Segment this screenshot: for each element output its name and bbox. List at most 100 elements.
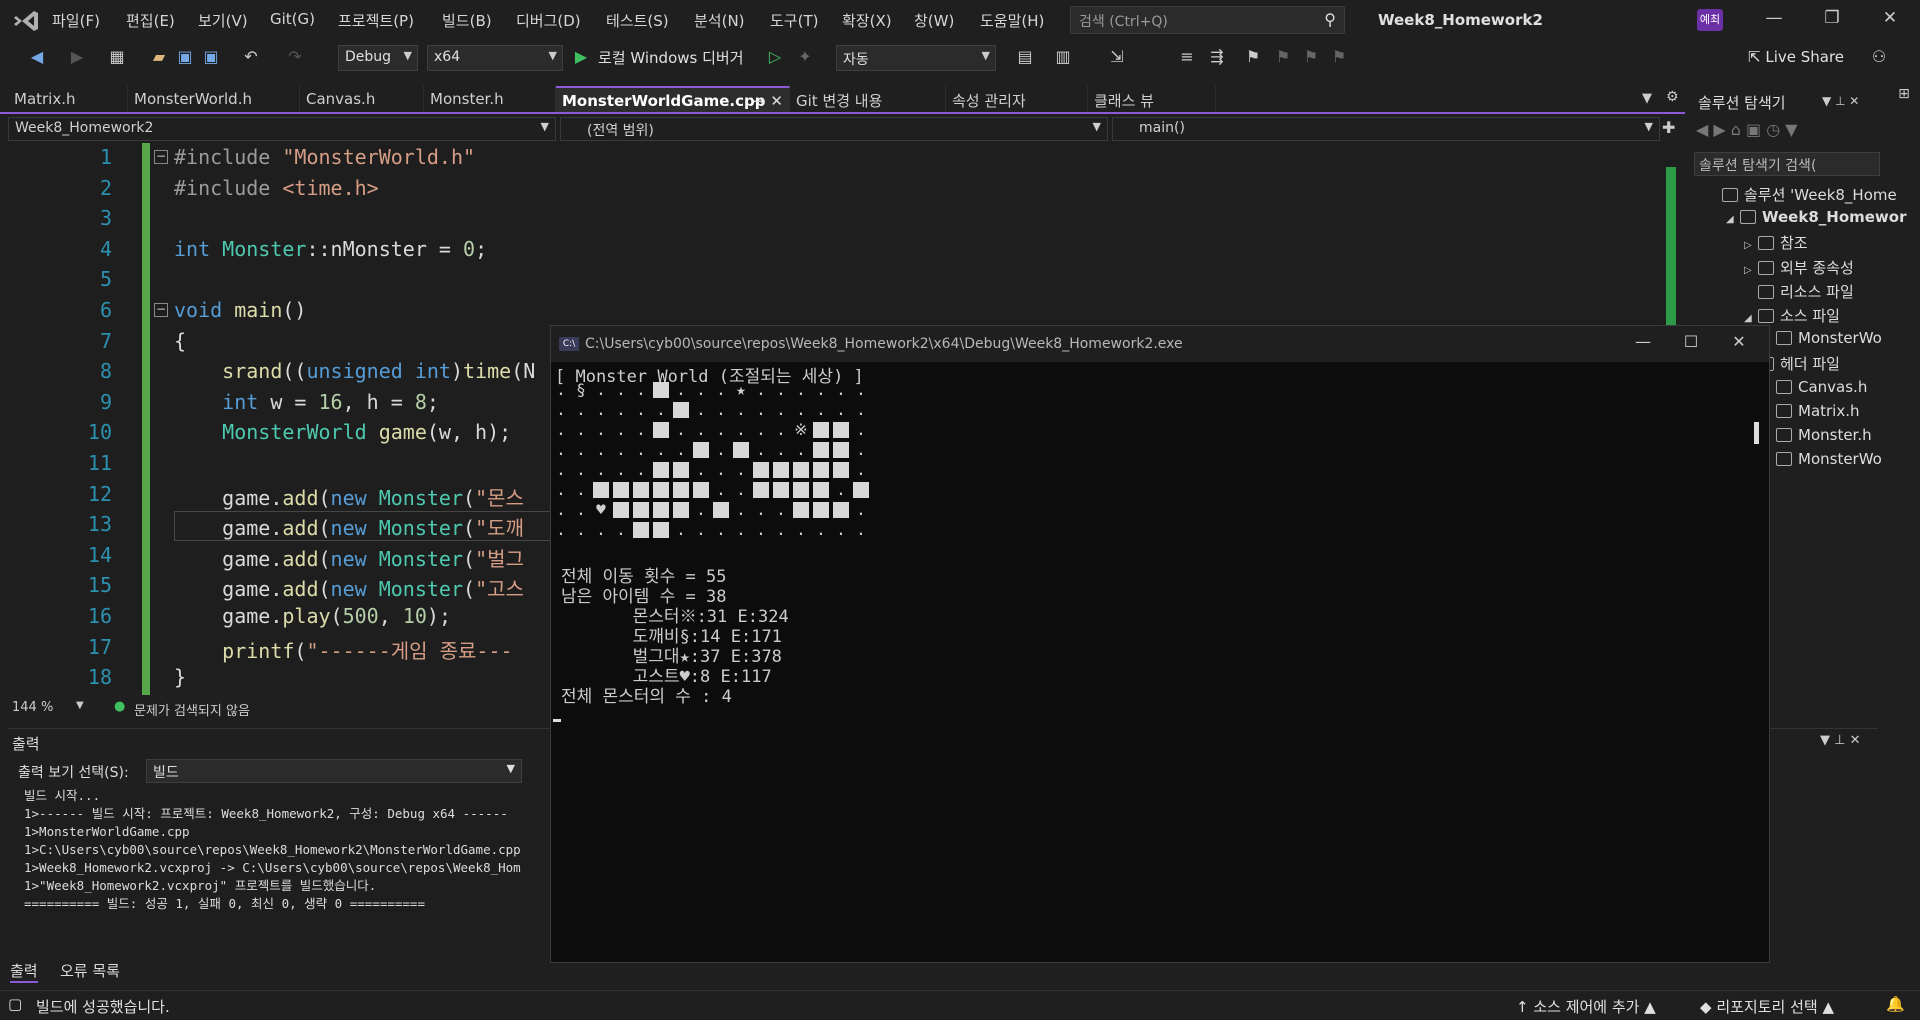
search-input[interactable]: 검색 (Ctrl+Q) ⚲ <box>1070 6 1345 34</box>
solution-configs-icon[interactable]: ▤ <box>1014 46 1036 68</box>
close-tab-icon[interactable]: ⊸ ✕ <box>753 92 783 110</box>
open-folder-icon[interactable]: ▰ <box>148 46 170 68</box>
tree-item[interactable]: 리소스 파일 <box>1744 281 1854 302</box>
zoom-level[interactable]: 144 % <box>12 700 53 715</box>
panel-menu-icon[interactable]: ▼ ⊥ ✕ <box>1820 733 1860 748</box>
tree-item[interactable]: 솔루션 'Week8_Home <box>1708 184 1897 205</box>
tab-5[interactable]: Git 변경 내용 <box>790 86 946 112</box>
solution-search-input[interactable]: 솔루션 탐색기 검색( <box>1694 152 1880 176</box>
user-avatar[interactable]: 예최 <box>1697 9 1723 31</box>
bookmark-next-icon[interactable]: ⚑ <box>1300 46 1322 68</box>
menu-item[interactable]: 편집(E) <box>126 10 175 31</box>
scope-nav-select[interactable]: (전역 범위) ▼ <box>560 117 1108 141</box>
visual-studio-logo-icon[interactable] <box>12 8 40 34</box>
member-nav-select[interactable]: main() ▼ <box>1112 117 1660 141</box>
tab-overflow-icon[interactable]: ▼ <box>1642 91 1652 106</box>
tab-settings-icon[interactable]: ⚙ <box>1666 89 1679 105</box>
collapse-icon[interactable]: − <box>154 303 168 317</box>
save-all-icon[interactable]: ▣ <box>200 46 222 68</box>
menu-item[interactable]: 빌드(B) <box>442 10 492 31</box>
tab-output[interactable]: 출력 <box>10 960 38 983</box>
panel-options-icon[interactable]: ▼ ⊥ ✕ <box>1822 94 1859 108</box>
menu-item[interactable]: 파일(F) <box>52 10 100 31</box>
source-control-button[interactable]: ↑ 소스 제어에 추가 ▲ <box>1516 996 1656 1017</box>
layout-icon[interactable]: ▥ <box>1052 46 1074 68</box>
feedback-icon[interactable]: ⚇ <box>1868 46 1890 68</box>
console-close-button[interactable]: ✕ <box>1717 332 1761 356</box>
tab-6[interactable]: 속성 관리자 <box>946 86 1088 112</box>
menu-item[interactable]: 디버그(D) <box>516 10 581 31</box>
bookmark-prev-icon[interactable]: ⚑ <box>1272 46 1294 68</box>
menu-item[interactable]: 창(W) <box>914 10 954 31</box>
console-scrollbar[interactable] <box>1754 422 1759 444</box>
live-share-button[interactable]: ⇱ Live Share <box>1748 48 1844 66</box>
menu-item[interactable]: 보기(V) <box>198 10 248 31</box>
platform-select[interactable]: x64 ▼ <box>427 45 563 71</box>
hot-reload-icon[interactable]: ✦ <box>794 46 816 68</box>
start-without-debug-icon[interactable]: ▷ <box>764 46 786 68</box>
tab-4[interactable]: MonsterWorldGame.cpp ⊸ ✕ <box>556 86 790 112</box>
console-output[interactable]: [ Monster World (조절되는 세상) ] . §...... ★...… <box>551 362 1769 962</box>
tree-item[interactable]: MonsterWo <box>1762 450 1882 468</box>
repository-button[interactable]: ◆ 리포지토리 선택 ▲ <box>1700 996 1834 1017</box>
console-titlebar[interactable]: C:\ C:\Users\cyb00\source\repos\Week8_Ho… <box>551 326 1769 362</box>
notification-bell-icon[interactable]: 🔔 <box>1886 995 1905 1013</box>
issues-status[interactable]: 문제가 검색되지 않음 <box>134 700 250 719</box>
menu-item[interactable]: 분석(N) <box>694 10 745 31</box>
output-source-select[interactable]: 빌드 ▼ <box>146 759 522 783</box>
console-window[interactable]: C:\ C:\Users\cyb00\source\repos\Week8_Ho… <box>550 325 1770 963</box>
close-button[interactable]: ✕ <box>1870 8 1910 34</box>
comment-icon[interactable]: ⇶ <box>1206 46 1228 68</box>
tab-2[interactable]: Canvas.h <box>300 86 424 112</box>
zoom-dropdown-icon[interactable]: ▼ <box>76 700 84 711</box>
indent-icon[interactable]: ≡ <box>1176 46 1198 68</box>
menu-item[interactable]: Git(G) <box>270 10 315 28</box>
tree-item[interactable]: ▷ 참조 <box>1744 232 1808 253</box>
grid-cell: . <box>616 440 626 459</box>
tab-1[interactable]: MonsterWorld.h <box>128 86 300 112</box>
save-icon[interactable]: ▣ <box>174 46 196 68</box>
grid-cell: . <box>836 380 846 399</box>
tab-0[interactable]: Matrix.h <box>8 86 128 112</box>
console-maximize-button[interactable]: ☐ <box>1669 332 1713 356</box>
split-editor-icon[interactable]: ✚ <box>1662 118 1675 137</box>
menu-item[interactable]: 프로젝트(P) <box>338 10 414 31</box>
tab-7[interactable]: 클래스 뷰 <box>1088 86 1216 112</box>
tree-item[interactable]: ▷ 외부 종속성 <box>1744 257 1854 278</box>
undo-icon[interactable]: ↶ <box>240 46 262 68</box>
menu-item[interactable]: 도구(T) <box>770 10 818 31</box>
tab-3[interactable]: Monster.h <box>424 86 556 112</box>
minimize-button[interactable]: — <box>1754 8 1794 34</box>
tab-error-list[interactable]: 오류 목록 <box>60 960 120 981</box>
redo-icon[interactable]: ↷ <box>284 46 306 68</box>
side-toolbar-icon[interactable]: ⊞ <box>1888 86 1920 126</box>
tree-item[interactable]: Matrix.h <box>1762 402 1860 420</box>
forward-icon[interactable]: ▶ <box>66 46 88 68</box>
tree-item[interactable]: MonsterWo <box>1762 329 1882 347</box>
expand-arrow-icon[interactable]: ▷ <box>1744 240 1758 251</box>
start-debug-icon[interactable]: ▶ <box>570 46 592 68</box>
project-nav-select[interactable]: Week8_Homework2 ▼ <box>8 117 556 141</box>
expand-arrow-icon[interactable]: ▷ <box>1744 265 1758 276</box>
solution-toolbar[interactable]: ◀ ▶ ⌂ ▣ ◷ ▼ <box>1696 120 1798 139</box>
menu-item[interactable]: 도움말(H) <box>980 10 1044 31</box>
tree-item[interactable]: Monster.h <box>1762 426 1872 444</box>
menu-item[interactable]: 확장(X) <box>842 10 892 31</box>
step-icon[interactable]: ⇲ <box>1106 46 1128 68</box>
expand-arrow-icon[interactable]: ◢ <box>1744 313 1758 324</box>
restore-button[interactable]: ❐ <box>1812 8 1852 34</box>
tree-item[interactable]: ◢ Week8_Homewor <box>1726 208 1907 226</box>
new-project-icon[interactable]: ▦ <box>106 46 128 68</box>
expand-arrow-icon[interactable]: ◢ <box>1726 214 1740 225</box>
run-target-label[interactable]: 로컬 Windows 디버거 <box>598 47 744 68</box>
bookmark-icon[interactable]: ⚑ <box>1242 46 1264 68</box>
back-icon[interactable]: ◀ <box>26 46 48 68</box>
tree-item[interactable]: ◢ 소스 파일 <box>1744 305 1840 326</box>
tree-item[interactable]: Canvas.h <box>1762 378 1867 396</box>
menu-item[interactable]: 테스트(S) <box>606 10 669 31</box>
collapse-icon[interactable]: − <box>154 150 168 164</box>
console-minimize-button[interactable]: — <box>1621 332 1665 356</box>
configuration-select[interactable]: Debug ▼ <box>338 45 418 71</box>
mode-select[interactable]: 자동 ▼ <box>836 45 996 71</box>
bookmark-clear-icon[interactable]: ⚑ <box>1328 46 1350 68</box>
